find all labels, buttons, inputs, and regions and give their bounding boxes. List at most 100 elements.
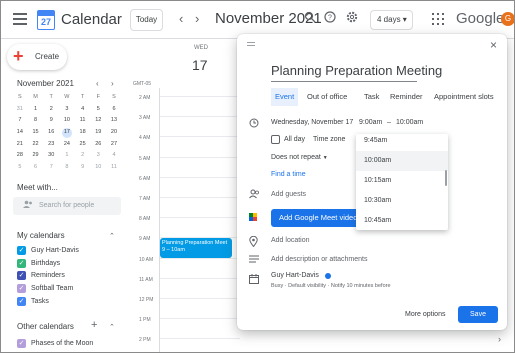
all-day-checkbox[interactable] <box>271 135 280 144</box>
search-icon[interactable] <box>304 11 316 26</box>
settings-gear-icon[interactable] <box>346 11 358 26</box>
add-location-input[interactable]: Add location <box>271 237 310 244</box>
calendar-owner-name[interactable]: Guy Hart-Davis <box>271 272 319 279</box>
main-menu-icon[interactable] <box>13 13 27 25</box>
event-type-tab[interactable]: Out of office <box>307 88 347 106</box>
calendar-checkbox[interactable]: ✓ <box>17 284 26 294</box>
event-type-tab[interactable]: Event <box>271 88 299 106</box>
mini-calendar-day[interactable]: 1 <box>59 150 75 162</box>
time-zone-link[interactable]: Time zone <box>313 136 345 143</box>
mini-calendar-day[interactable]: 27 <box>106 139 122 151</box>
mini-calendar-day[interactable]: 4 <box>106 150 122 162</box>
time-option[interactable]: 10:00am <box>356 151 448 171</box>
day-grid[interactable] <box>159 88 240 352</box>
mini-calendar-prev-button[interactable]: ‹ <box>96 79 99 88</box>
mini-calendar-day[interactable]: 20 <box>106 127 122 139</box>
chevron-up-icon[interactable]: ⌃ <box>109 232 115 240</box>
add-description-input[interactable]: Add description or attachments <box>271 256 368 263</box>
calendar-checkbox[interactable]: ✓ <box>17 296 26 306</box>
mini-calendar-day[interactable]: 21 <box>12 139 28 151</box>
find-a-time-link[interactable]: Find a time <box>271 171 306 178</box>
calendar-checkbox[interactable]: ✓ <box>17 339 26 348</box>
event-type-tab[interactable]: Task <box>364 88 379 106</box>
mini-calendar-day[interactable]: 5 <box>90 104 106 116</box>
mini-calendar-day[interactable]: 15 <box>28 127 44 139</box>
mini-calendar-day[interactable]: 9 <box>43 115 59 127</box>
mini-calendar-day[interactable]: 9 <box>75 162 91 174</box>
mini-calendar-day[interactable]: 26 <box>90 139 106 151</box>
day-number[interactable]: 17 <box>192 57 208 73</box>
chevron-right-icon[interactable]: › <box>498 334 501 344</box>
dropdown-scrollbar[interactable] <box>445 170 447 186</box>
event-type-tab[interactable]: Appointment slots <box>434 88 494 106</box>
mini-calendar-day[interactable]: 8 <box>28 115 44 127</box>
mini-calendar-day[interactable]: 8 <box>59 162 75 174</box>
mini-calendar-day[interactable]: 29 <box>28 150 44 162</box>
chevron-up-icon[interactable]: ⌃ <box>109 323 115 331</box>
mini-calendar-day[interactable]: 10 <box>90 162 106 174</box>
mini-calendar-day[interactable]: 28 <box>12 150 28 162</box>
mini-calendar-day[interactable]: 10 <box>59 115 75 127</box>
time-option[interactable]: 10:15am <box>356 171 448 191</box>
mini-calendar-day[interactable]: 7 <box>12 115 28 127</box>
mini-calendar-day[interactable]: 19 <box>90 127 106 139</box>
add-calendar-plus-icon[interactable]: + <box>91 319 97 331</box>
mini-calendar-day[interactable]: 18 <box>75 127 91 139</box>
mini-calendar-day[interactable]: 11 <box>75 115 91 127</box>
mini-calendar-day[interactable]: 6 <box>28 162 44 174</box>
mini-calendar-day[interactable]: 13 <box>106 115 122 127</box>
mini-calendar-day[interactable]: 2 <box>43 104 59 116</box>
calendar-checkbox[interactable]: ✓ <box>17 271 26 281</box>
end-time[interactable]: 10:00am <box>396 119 423 126</box>
create-button[interactable]: + Create <box>7 44 67 70</box>
hour-gridline <box>160 136 240 138</box>
mini-calendar-day[interactable]: 16 <box>43 127 59 139</box>
drag-handle-icon[interactable] <box>247 42 255 48</box>
today-button[interactable]: Today <box>130 9 163 31</box>
mini-calendar-day[interactable]: 17 <box>59 127 75 139</box>
save-button[interactable]: Save <box>458 306 498 323</box>
time-option[interactable]: 10:30am <box>356 191 448 211</box>
mini-calendar-day[interactable]: 4 <box>75 104 91 116</box>
mini-calendar-day[interactable]: 5 <box>12 162 28 174</box>
mini-calendar-day[interactable]: 14 <box>12 127 28 139</box>
more-options-button[interactable]: More options <box>405 311 445 318</box>
mini-calendar-day[interactable]: 3 <box>59 104 75 116</box>
search-people-input[interactable]: Search for people <box>13 197 121 215</box>
event-title-input[interactable]: Planning Preparation Meeting <box>271 63 442 82</box>
time-option[interactable]: 9:45am <box>356 134 448 151</box>
mini-calendar-day[interactable]: 1 <box>28 104 44 116</box>
calendar-checkbox[interactable]: ✓ <box>17 246 26 255</box>
mini-calendar-day[interactable]: 6 <box>106 104 122 116</box>
mini-calendar-day[interactable]: 7 <box>43 162 59 174</box>
mini-calendar-day[interactable]: 25 <box>75 139 91 151</box>
time-option[interactable]: 10:45am <box>356 211 448 230</box>
mini-calendar-day[interactable]: 3 <box>90 150 106 162</box>
add-guests-input[interactable]: Add guests <box>271 191 306 198</box>
mini-calendar-day[interactable]: 22 <box>28 139 44 151</box>
mini-calendar-next-button[interactable]: › <box>111 79 114 88</box>
mini-calendar-day[interactable]: 23 <box>43 139 59 151</box>
account-avatar[interactable]: G <box>501 12 514 26</box>
other-calendars-header[interactable]: Other calendars <box>17 322 74 331</box>
next-period-button[interactable]: › <box>195 11 199 26</box>
help-icon[interactable]: ? <box>324 11 336 26</box>
mini-calendar-day[interactable]: 12 <box>90 115 106 127</box>
mini-calendar-day[interactable]: 2 <box>75 150 91 162</box>
calendar-owner-details[interactable]: Busy · Default visibility · Notify 10 mi… <box>271 283 391 289</box>
calendar-checkbox[interactable]: ✓ <box>17 258 26 268</box>
previous-period-button[interactable]: ‹ <box>179 11 183 26</box>
event-type-tab[interactable]: Reminder <box>390 88 423 106</box>
close-icon[interactable]: × <box>490 38 497 52</box>
mini-calendar-day[interactable]: 11 <box>106 162 122 174</box>
mini-calendar-day[interactable]: 30 <box>43 150 59 162</box>
mini-calendar-day[interactable]: 31 <box>12 104 28 116</box>
calendar-event-block[interactable]: Planning Preparation Meet 9 – 10am <box>160 238 232 258</box>
repeat-select[interactable]: Does not repeat ▼ <box>271 154 328 161</box>
my-calendars-header[interactable]: My calendars <box>17 231 65 240</box>
start-time[interactable]: 9:00am <box>359 119 382 126</box>
mini-calendar-day[interactable]: 24 <box>59 139 75 151</box>
event-date[interactable]: Wednesday, November 17 <box>271 119 353 126</box>
view-selector[interactable]: 4 days ▾ <box>370 10 413 30</box>
apps-grid-icon[interactable] <box>432 13 444 25</box>
